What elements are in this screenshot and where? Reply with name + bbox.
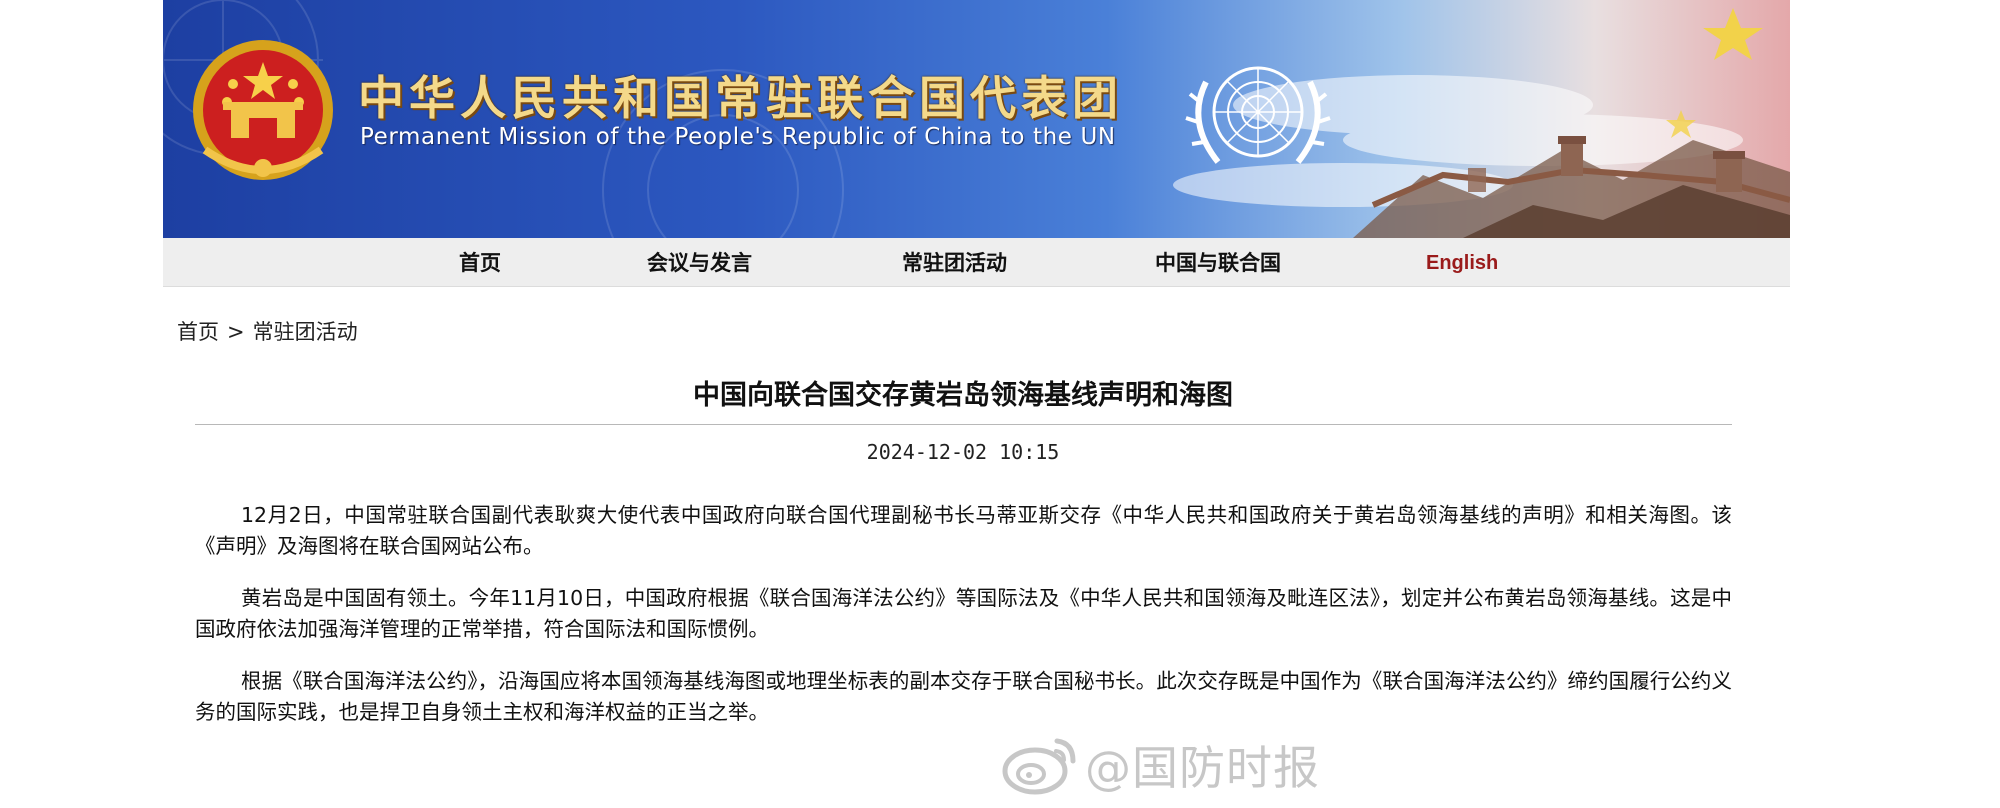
page-container: 中华人民共和国常驻联合国代表团 Permanent Mission of the… <box>163 0 1790 808</box>
site-title-chinese: 中华人民共和国常驻联合国代表团 <box>358 71 1123 125</box>
site-title-english: Permanent Mission of the People's Republ… <box>360 124 1116 150</box>
article-paragraph: 12月2日，中国常驻联合国副代表耿爽大使代表中国政府向联合国代理副秘书长马蒂亚斯… <box>195 503 1732 558</box>
site-banner: 中华人民共和国常驻联合国代表团 Permanent Mission of the… <box>163 0 1790 238</box>
nav-item-china-and-un[interactable]: 中国与联合国 <box>1155 238 1281 286</box>
article-paragraph: 根据《联合国海洋法公约》，沿海国应将本国领海基线海图或地理坐标表的副本交存于联合… <box>195 669 1732 724</box>
article-body: 12月2日，中国常驻联合国副代表耿爽大使代表中国政府向联合国代理副秘书长马蒂亚斯… <box>195 500 1732 749</box>
title-divider <box>195 424 1732 425</box>
breadcrumb-home-link[interactable]: 首页 <box>177 320 219 344</box>
article-title: 中国向联合国交存黄岩岛领海基线声明和海图 <box>693 380 1233 411</box>
nav-item-meetings-statements[interactable]: 会议与发言 <box>647 238 752 286</box>
breadcrumb-current-link[interactable]: 常驻团活动 <box>253 320 358 344</box>
flag-star-icon <box>1666 8 1763 138</box>
article-paragraph: 黄岩岛是中国固有领土。今年11月10日，中国政府根据《联合国海洋法公约》等国际法… <box>195 586 1732 641</box>
breadcrumb-separator: > <box>227 320 245 344</box>
article-date: 2024-12-02 10:15 <box>866 440 1060 464</box>
nav-item-english[interactable]: English <box>1426 238 1498 286</box>
national-emblem-icon <box>193 40 333 180</box>
breadcrumb: 首页 > 常驻团活动 <box>177 316 358 346</box>
nav-item-mission-activities[interactable]: 常驻团活动 <box>902 238 1007 286</box>
main-nav-bar: 首页 会议与发言 常驻团活动 中国与联合国 English <box>163 238 1790 287</box>
nav-item-home[interactable]: 首页 <box>459 238 501 286</box>
